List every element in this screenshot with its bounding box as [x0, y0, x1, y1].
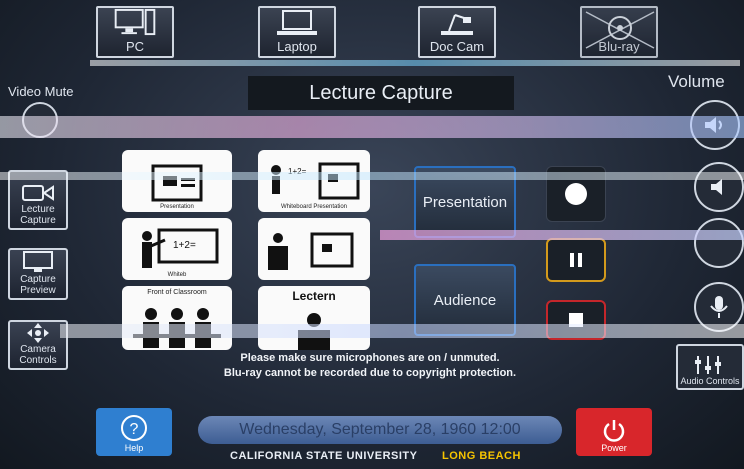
audio-controls-label: Audio Controls	[680, 376, 740, 386]
glitch-strip	[60, 324, 744, 338]
capture-preview-button[interactable]: Capture Preview	[8, 248, 68, 300]
layout-whiteboard-caption: Whiteb	[167, 272, 187, 278]
help-icon: ?	[121, 415, 147, 441]
layout-whiteboard-presentation-caption: Whiteboard Presentation	[280, 204, 348, 210]
notice-microphones: Please make sure microphones are on / un…	[240, 352, 500, 364]
lectern-presentation-icon	[268, 232, 354, 270]
video-camera-icon	[22, 185, 54, 201]
source-doc-cam-label: Doc Cam	[429, 39, 485, 54]
glitch-strip	[0, 172, 744, 180]
datetime-display: Wednesday, September 28, 1960 12:00	[198, 416, 562, 444]
source-pc-button[interactable]: PC	[96, 6, 174, 58]
power-icon	[603, 420, 625, 442]
glitch-strip	[380, 230, 744, 240]
source-pc-label: PC	[125, 39, 145, 54]
source-laptop-button[interactable]: Laptop	[258, 6, 336, 58]
lecture-capture-label: Lecture Capture	[20, 204, 56, 226]
layout-presentation-card[interactable]: Presentation	[122, 150, 232, 212]
pause-button[interactable]	[546, 238, 606, 282]
whiteboard-icon: 1+2=	[142, 228, 219, 268]
svg-text:?: ?	[130, 421, 139, 438]
mixer-icon	[695, 356, 721, 374]
laptop-icon	[277, 10, 317, 35]
volume-label: Volume	[668, 72, 725, 91]
audio-controls-button[interactable]: Audio Controls	[676, 344, 744, 390]
layout-lectern-presentation-card[interactable]	[258, 218, 370, 280]
glitch-strip	[90, 60, 740, 66]
speaker-low-icon	[711, 179, 722, 195]
document-camera-icon	[441, 14, 473, 35]
layout-front-of-classroom-card[interactable]: Front of Classroom	[122, 286, 232, 350]
monitor-icon	[23, 251, 53, 272]
pause-icon	[570, 253, 582, 267]
presentation-screen-icon	[151, 164, 203, 202]
notice-bluray: Blu-ray cannot be recorded due to copyri…	[223, 367, 517, 379]
disc-icon	[585, 11, 655, 49]
glitch-strip	[0, 116, 744, 138]
pc-icon	[114, 8, 156, 36]
capture-preview-label: Capture Preview	[20, 274, 56, 296]
layout-front-of-classroom-caption: Front of Classroom	[147, 289, 207, 296]
help-label: Help	[124, 443, 144, 453]
record-icon	[565, 183, 587, 205]
svg-text:1+2=: 1+2=	[173, 240, 196, 251]
volume-mute-button[interactable]	[694, 218, 744, 268]
source-doc-cam-button[interactable]: Doc Cam	[418, 6, 496, 58]
help-button[interactable]: ? Help	[96, 408, 172, 456]
source-bluray-button[interactable]: Blu-ray	[580, 6, 658, 58]
power-label: Power	[601, 443, 627, 453]
power-button[interactable]: Power	[576, 408, 652, 456]
whiteboard-presenter-icon: 1+2=	[271, 162, 360, 200]
camera-controls-label: Camera Controls	[19, 344, 57, 366]
page-title: Lecture Capture	[248, 76, 514, 110]
layout-whiteboard-card[interactable]: 1+2= Whiteb	[122, 218, 232, 280]
camera-controls-button[interactable]: Camera Controls	[8, 320, 68, 370]
layout-lectern-caption: Lectern	[292, 289, 336, 303]
microphone-icon	[710, 296, 728, 318]
volume-down-button[interactable]	[694, 162, 744, 212]
layout-whiteboard-presentation-card[interactable]: 1+2= Whiteboard Presentation	[258, 150, 370, 212]
footer-campus: LONG BEACH	[442, 450, 521, 462]
layout-lectern-card[interactable]: Lectern	[258, 286, 370, 350]
layout-presentation-caption: Presentation	[160, 204, 194, 210]
footer-university: CALIFORNIA STATE UNIVERSITY	[230, 450, 418, 462]
dpad-icon	[27, 323, 49, 343]
source-laptop-label: Laptop	[277, 39, 317, 54]
video-mute-label: Video Mute	[8, 84, 74, 99]
